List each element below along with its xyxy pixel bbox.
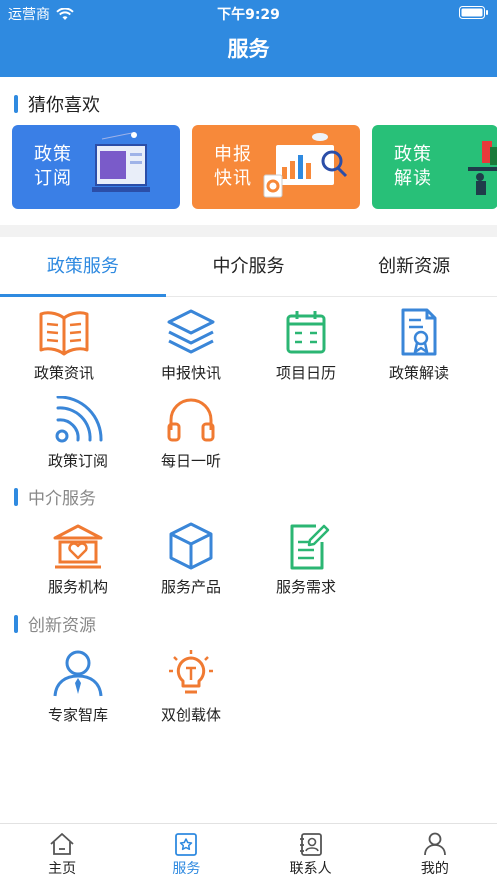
grid-item-innovation-carrier[interactable]: 双创载体 xyxy=(134,650,248,725)
layers-icon xyxy=(167,309,215,354)
card-label: 申报快讯 xyxy=(214,144,252,189)
grid-item-policy-interpret[interactable]: 政策解读 xyxy=(362,308,476,383)
grid-item-service-product[interactable]: 服务产品 xyxy=(134,522,248,597)
calendar-icon xyxy=(286,311,326,354)
monitor-illustration-icon xyxy=(92,132,150,192)
bottom-tab-label: 联系人 xyxy=(289,861,332,877)
grid-item-label: 政策订阅 xyxy=(47,452,108,470)
agency-section-title: 中介服务 xyxy=(14,484,96,509)
institution-icon xyxy=(53,524,103,569)
certificate-document-icon xyxy=(401,308,437,356)
card-declaration-news[interactable]: 申报快讯 xyxy=(192,125,360,209)
open-book-icon xyxy=(39,311,89,356)
card-policy-interpret[interactable]: 政策解读 xyxy=(372,125,497,209)
page-title: 服务 xyxy=(227,37,270,61)
grid-item-label: 项目日历 xyxy=(275,364,336,382)
guess-section-title: 猜你喜欢 xyxy=(14,91,100,117)
edit-document-icon xyxy=(290,524,330,570)
tab-agency-service[interactable]: 中介服务 xyxy=(166,237,332,296)
bottom-tab-contacts[interactable]: 联系人 xyxy=(249,824,373,883)
grid-item-declaration-news[interactable]: 申报快讯 xyxy=(134,308,248,383)
profile-icon xyxy=(423,832,446,856)
grid-item-label: 服务需求 xyxy=(275,578,336,596)
service-tabs: 政策服务 中介服务 创新资源 xyxy=(0,237,497,297)
guess-title-text: 猜你喜欢 xyxy=(28,95,100,116)
section-divider xyxy=(0,225,497,237)
bottom-tab-home[interactable]: 主页 xyxy=(0,824,124,883)
battery-icon xyxy=(459,6,488,19)
grid-item-policy-news[interactable]: 政策资讯 xyxy=(7,308,121,383)
card-label: 政策订阅 xyxy=(34,144,72,189)
card-policy-subscribe[interactable]: 政策订阅 xyxy=(12,125,180,209)
grid-item-label: 双创载体 xyxy=(160,706,221,724)
grid-item-label: 每日一听 xyxy=(160,452,221,470)
desk-illustration-icon xyxy=(468,141,497,195)
expert-icon xyxy=(53,650,103,697)
bottom-tab-bar: 主页 服务 联系人 我的 xyxy=(0,823,497,883)
grid-item-label: 专家智库 xyxy=(47,706,108,724)
tab-innovation-resources[interactable]: 创新资源 xyxy=(331,237,497,296)
bottom-tab-label: 我的 xyxy=(420,861,449,877)
agency-title-text: 中介服务 xyxy=(28,489,96,509)
title-accent-bar xyxy=(14,614,18,633)
top-bar: 运营商 下午9:29 服务 xyxy=(0,0,497,77)
headphones-icon xyxy=(167,398,215,442)
rss-icon xyxy=(55,396,103,443)
recommend-cards: 政策订阅 申报快讯 政策解读 xyxy=(12,125,497,209)
contacts-icon xyxy=(299,833,322,856)
grid-item-service-demand[interactable]: 服务需求 xyxy=(249,522,363,597)
title-accent-bar xyxy=(14,487,18,506)
tab-policy-service[interactable]: 政策服务 xyxy=(0,237,166,297)
analytics-illustration-icon xyxy=(263,133,348,198)
bottom-tab-label: 服务 xyxy=(172,861,201,877)
grid-item-expert-think-tank[interactable]: 专家智库 xyxy=(21,650,135,725)
bottom-tab-profile[interactable]: 我的 xyxy=(373,824,497,883)
bottom-tab-service[interactable]: 服务 xyxy=(124,824,248,883)
grid-item-policy-subscribe[interactable]: 政策订阅 xyxy=(21,396,135,471)
innovation-section-title: 创新资源 xyxy=(14,611,96,636)
status-bar: 运营商 下午9:29 xyxy=(0,0,497,26)
grid-item-label: 申报快讯 xyxy=(160,364,221,382)
card-label: 政策解读 xyxy=(394,144,432,189)
innovation-title-text: 创新资源 xyxy=(28,616,96,636)
grid-item-project-calendar[interactable]: 项目日历 xyxy=(249,308,363,383)
guess-you-like-section: 猜你喜欢 政策订阅 申报快讯 政策解读 xyxy=(0,77,497,225)
grid-item-label: 服务产品 xyxy=(160,578,221,596)
grid-item-daily-listen[interactable]: 每日一听 xyxy=(134,396,248,471)
grid-item-service-institution[interactable]: 服务机构 xyxy=(21,522,135,597)
box-icon xyxy=(169,522,213,570)
home-icon xyxy=(50,833,74,855)
title-accent-bar xyxy=(14,95,18,113)
grid-item-label: 服务机构 xyxy=(47,578,108,596)
bottom-tab-label: 主页 xyxy=(48,861,77,877)
status-time: 下午9:29 xyxy=(217,7,280,23)
lightbulb-icon xyxy=(169,650,213,694)
grid-item-label: 政策解读 xyxy=(388,364,449,382)
grid-item-label: 政策资讯 xyxy=(33,364,94,382)
service-icon xyxy=(175,833,198,856)
